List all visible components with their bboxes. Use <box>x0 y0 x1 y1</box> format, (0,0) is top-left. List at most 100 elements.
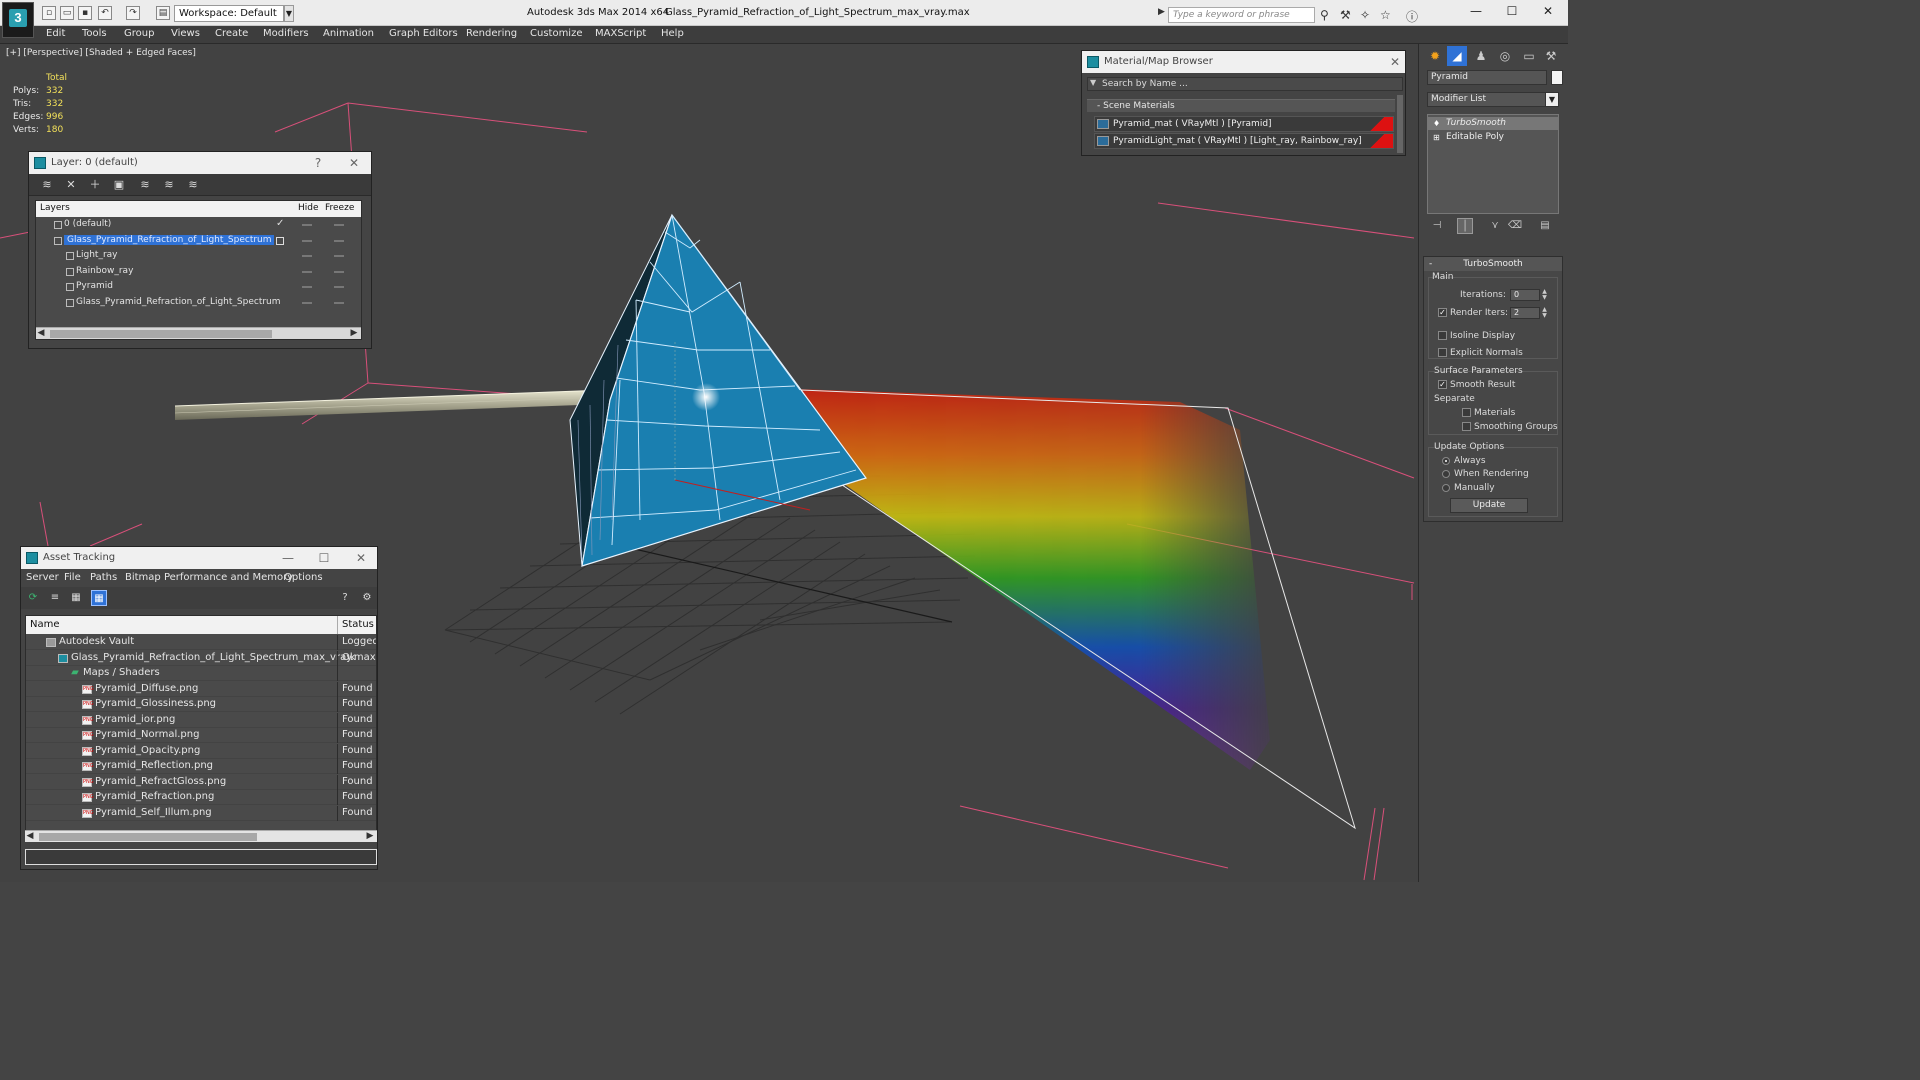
asset-tracking-titlebar[interactable]: Asset Tracking — ☐ ✕ <box>21 547 377 569</box>
collapse-icon[interactable]: - <box>1429 257 1432 271</box>
menu-edit[interactable]: Edit <box>46 28 65 39</box>
name-column-header[interactable]: Name <box>30 619 60 630</box>
redo-icon[interactable]: ↷ <box>126 6 140 20</box>
scroll-right-icon[interactable]: ▶ <box>349 328 359 338</box>
status-column-header[interactable]: Status <box>342 619 374 630</box>
iterations-spinner[interactable]: 0 <box>1510 289 1540 301</box>
thumbnail-view-icon[interactable]: ▦ <box>68 590 84 606</box>
asset-row[interactable]: PNG Pyramid_Refraction.png Found <box>26 790 376 805</box>
object-name-field[interactable]: Pyramid <box>1427 70 1547 85</box>
undo-icon[interactable]: ↶ <box>98 6 112 20</box>
asset-row[interactable]: PNG Pyramid_ior.png Found <box>26 712 376 728</box>
asset-menu-file[interactable]: File <box>64 572 81 583</box>
freeze-toggle[interactable] <box>334 255 344 257</box>
object-color-swatch[interactable] <box>1551 70 1563 85</box>
asset-path-field[interactable] <box>25 849 377 865</box>
layer-help-button[interactable]: ? <box>311 152 325 174</box>
rollout-header[interactable]: - TurboSmooth <box>1424 257 1562 271</box>
lightbulb-icon[interactable]: ♦ <box>1433 119 1441 128</box>
update-button[interactable]: Update <box>1450 498 1528 513</box>
asset-row[interactable]: ▰ Maps / Shaders <box>26 666 376 681</box>
layer-select-objects-icon[interactable]: ▣ <box>111 177 127 193</box>
scroll-right-icon[interactable]: ▶ <box>365 831 375 841</box>
menu-rendering[interactable]: Rendering <box>466 28 517 39</box>
render-iters-checkbox[interactable]: ✓ <box>1438 308 1447 317</box>
asset-close-button[interactable]: ✕ <box>354 547 368 569</box>
isoline-display-checkbox[interactable] <box>1438 331 1447 340</box>
communication-icon[interactable]: ✧ <box>1360 8 1370 22</box>
hide-toggle[interactable] <box>302 286 312 288</box>
layer-row[interactable]: Glass_Pyramid_Refraction_of_Light_Spectr… <box>36 234 361 249</box>
asset-row[interactable]: PNG Pyramid_Glossiness.png Found <box>26 697 376 712</box>
material-search-input[interactable]: Search by Name ... <box>1087 77 1403 91</box>
new-file-icon[interactable]: ▫ <box>42 6 56 20</box>
asset-settings-icon[interactable]: ⚙ <box>359 590 375 606</box>
asset-row[interactable]: PNG Pyramid_Reflection.png Found <box>26 759 376 774</box>
update-manually-radio[interactable] <box>1442 484 1450 492</box>
scroll-left-icon[interactable]: ◀ <box>25 831 35 841</box>
layer-delete-icon[interactable]: ✕ <box>63 177 79 193</box>
hide-toggle[interactable] <box>302 224 312 226</box>
project-folder-icon[interactable]: ▤ <box>156 6 170 20</box>
menu-customize[interactable]: Customize <box>530 28 583 39</box>
hide-toggle[interactable] <box>302 270 312 273</box>
layer-highlight-icon[interactable]: ≋ <box>137 177 153 193</box>
asset-row[interactable]: PNG Pyramid_RefractGloss.png Found <box>26 774 376 790</box>
hide-toggle[interactable] <box>302 255 312 257</box>
render-iters-spinner[interactable]: 2 <box>1510 307 1540 319</box>
list-view-icon[interactable]: ≡ <box>47 590 63 606</box>
layers-column-header[interactable]: Layers <box>40 203 70 213</box>
material-item-pyramid[interactable]: Pyramid_mat ( VRayMtl ) [Pyramid] <box>1094 116 1394 132</box>
create-tab-icon[interactable]: ✹ <box>1425 46 1445 66</box>
asset-row[interactable]: Autodesk Vault Logged <box>26 635 376 650</box>
current-layer-check-icon[interactable]: ✓ <box>276 218 284 229</box>
layer-row[interactable]: 0 (default) ✓ <box>36 218 361 233</box>
layer-hide-all-icon[interactable]: ≋ <box>161 177 177 193</box>
asset-row[interactable]: PNG Pyramid_Self_Illum.png Found <box>26 805 376 821</box>
hide-toggle[interactable] <box>302 239 312 242</box>
asset-row[interactable]: PNG Pyramid_Opacity.png Found <box>26 743 376 759</box>
menu-animation[interactable]: Animation <box>323 28 374 39</box>
open-file-icon[interactable]: ▭ <box>60 6 74 20</box>
menu-views[interactable]: Views <box>171 28 200 39</box>
maximize-window-icon[interactable]: ☐ <box>1502 4 1522 18</box>
layer-row[interactable]: Glass_Pyramid_Refraction_of_Light_Spectr… <box>36 296 361 311</box>
freeze-toggle[interactable] <box>334 270 344 273</box>
asset-minimize-button[interactable]: — <box>281 547 295 569</box>
freeze-toggle[interactable] <box>334 286 344 288</box>
asset-horizontal-scrollbar[interactable]: ◀ ▶ <box>25 830 377 842</box>
stack-item-turbosmooth[interactable]: ♦ TurboSmooth <box>1428 117 1558 130</box>
modifier-list-arrow-icon[interactable]: ▼ <box>1545 92 1559 107</box>
remove-modifier-icon[interactable]: ⌫ <box>1507 218 1523 234</box>
stack-item-editable-poly[interactable]: ⊞ Editable Poly <box>1428 131 1558 144</box>
favorites-star-icon[interactable]: ☆ <box>1380 8 1391 22</box>
material-search-options-icon[interactable]: ▼ <box>1090 78 1096 87</box>
menu-modifiers[interactable]: Modifiers <box>263 28 309 39</box>
modify-tab-icon[interactable]: ◢ <box>1447 46 1467 66</box>
subscription-icon[interactable]: ⚒ <box>1340 8 1351 22</box>
asset-menu-server[interactable]: Server <box>26 572 59 583</box>
modifier-list-dropdown[interactable]: Modifier List <box>1427 92 1559 107</box>
freeze-toggle[interactable] <box>334 239 344 242</box>
layer-row[interactable]: Rainbow_ray <box>36 265 361 280</box>
menu-group[interactable]: Group <box>124 28 154 39</box>
search-input[interactable]: Type a keyword or phrase <box>1168 7 1315 23</box>
asset-help-icon[interactable]: ? <box>337 590 353 606</box>
material-item-pyramidlight[interactable]: PyramidLight_mat ( VRayMtl ) [Light_ray,… <box>1094 133 1394 149</box>
menu-create[interactable]: Create <box>215 28 248 39</box>
layer-freeze-all-icon[interactable]: ≋ <box>185 177 201 193</box>
layer-add-selected-icon[interactable]: ＋ <box>87 177 103 193</box>
expand-plus-icon[interactable]: ⊞ <box>1433 133 1441 142</box>
display-tab-icon[interactable]: ▭ <box>1519 46 1539 66</box>
asset-maximize-button[interactable]: ☐ <box>317 547 331 569</box>
material-browser-close-button[interactable]: ✕ <box>1388 51 1402 73</box>
close-window-icon[interactable]: ✕ <box>1538 4 1558 18</box>
workspace-dropdown-arrow-icon[interactable]: ▼ <box>284 5 294 22</box>
set-current-layer-box-icon[interactable] <box>276 236 284 245</box>
separate-smoothing-groups-checkbox[interactable] <box>1462 422 1471 431</box>
explicit-normals-checkbox[interactable] <box>1438 348 1447 357</box>
smooth-result-checkbox[interactable]: ✓ <box>1438 380 1447 389</box>
material-browser-titlebar[interactable]: Material/Map Browser ✕ <box>1082 51 1405 73</box>
asset-row[interactable]: PNG Pyramid_Normal.png Found <box>26 728 376 743</box>
menu-tools[interactable]: Tools <box>82 28 107 39</box>
